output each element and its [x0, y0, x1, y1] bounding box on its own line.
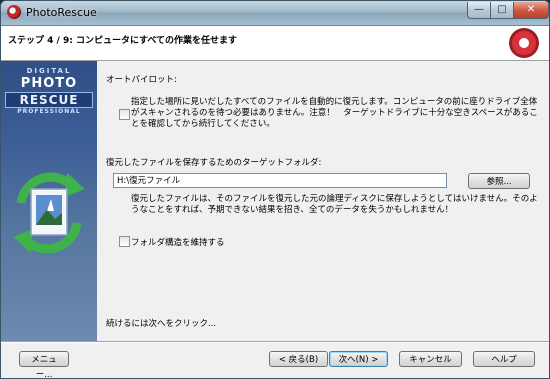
autopilot-description: 指定した場所に見いだしたすべてのファイルを自動的に復元します。コンピュータの前に…	[131, 97, 538, 129]
brand-professional: PROFESSIONAL	[17, 108, 81, 115]
sidebar-banner: DIGITAL PHOTO RESCUE PROFESSIONAL	[1, 61, 97, 341]
target-warning: 復元したファイルは、そのファイルを復元した元の論理ディスクに保存しようとしてはい…	[131, 194, 538, 215]
recovery-arrows-icon	[13, 172, 85, 254]
step-title: ステップ 4 / 9: コンピュータにすべての作業を任せます	[8, 36, 238, 46]
brand-rescue: RESCUE	[5, 92, 93, 108]
wizard-window: PhotoRescue — □ ✕ ステップ 4 / 9: コンピュータにすべて…	[0, 0, 550, 379]
close-button[interactable]: ✕	[513, 2, 549, 19]
keep-structure-label: フォルダ構造を維持する	[131, 238, 225, 248]
next-button[interactable]: 次へ(N) >	[329, 351, 388, 367]
footer-divider-highlight	[1, 342, 549, 343]
target-folder-label: 復元したファイルを保存するためのターゲットフォルダ:	[106, 158, 322, 168]
keep-structure-checkbox[interactable]	[119, 236, 130, 247]
photorescue-logo-icon	[509, 28, 539, 58]
autopilot-checkbox[interactable]	[119, 109, 130, 120]
brand-photo: PHOTO	[20, 76, 78, 91]
maximize-button[interactable]: □	[490, 2, 514, 19]
footer-hint: 続けるには次へをクリック...	[106, 319, 217, 329]
minimize-button[interactable]: —	[467, 2, 491, 19]
cancel-button[interactable]: キャンセル	[399, 351, 462, 367]
step-header: ステップ 4 / 9: コンピュータにすべての作業を任せます	[1, 26, 549, 61]
brand-digital: DIGITAL	[26, 67, 72, 75]
window-title: PhotoRescue	[26, 6, 97, 19]
wizard-content: オートパイロット: 指定した場所に見いだしたすべてのファイルを自動的に復元します…	[98, 61, 549, 341]
photorescue-app-icon	[7, 5, 21, 19]
back-button[interactable]: < 戻る(B)	[269, 351, 328, 367]
help-button[interactable]: ヘルプ	[473, 351, 535, 367]
title-bar[interactable]: PhotoRescue — □ ✕	[1, 1, 549, 26]
menu-button[interactable]: メニュー...	[19, 351, 69, 378]
target-folder-input[interactable]: H:\復元ファイル	[113, 173, 447, 188]
autopilot-label: オートパイロット:	[106, 75, 177, 85]
browse-button[interactable]: 参照...	[468, 173, 530, 189]
